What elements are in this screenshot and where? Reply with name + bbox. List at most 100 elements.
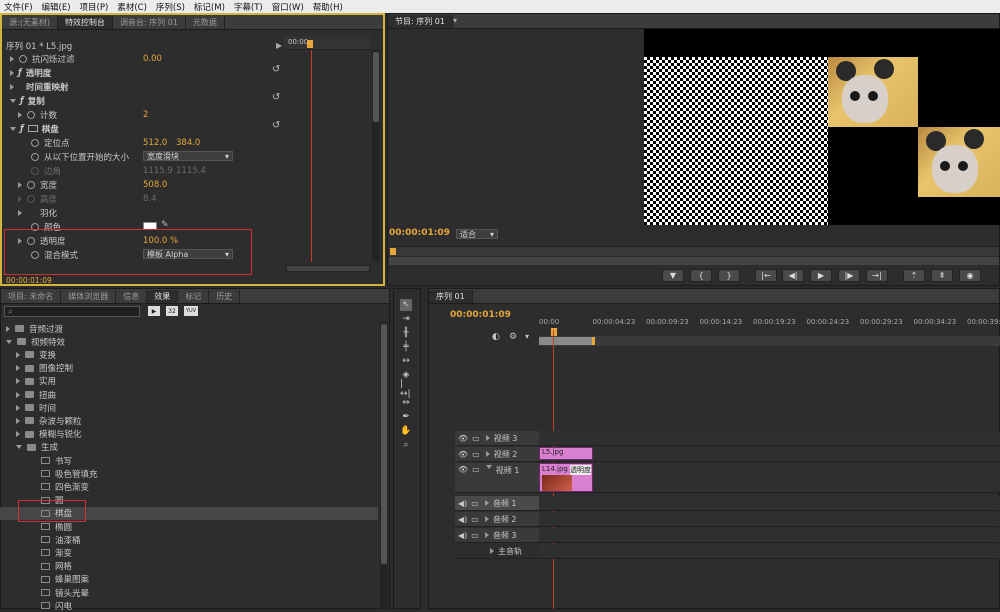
effects-tree-item[interactable]: 视频特效	[0, 335, 378, 348]
track-header-audio[interactable]: ◀) ▭ 音频 3	[455, 528, 539, 543]
tab-markers[interactable]: 标记	[178, 290, 210, 303]
expand-icon[interactable]	[16, 365, 20, 372]
eye-icon[interactable]: 👁	[458, 450, 468, 459]
menu-help[interactable]: 帮助(H)	[313, 1, 343, 13]
track-header-video[interactable]: 👁 ▭ 视频 3	[455, 431, 539, 446]
track-lane[interactable]	[539, 544, 1000, 559]
program-video-frame[interactable]	[644, 29, 1000, 225]
go-to-out-button[interactable]: →|	[866, 269, 888, 282]
width-value[interactable]: 508.0	[143, 178, 167, 191]
stopwatch-icon[interactable]	[31, 138, 39, 147]
stopwatch-icon[interactable]	[27, 110, 35, 119]
menu-file[interactable]: 文件(F)	[4, 1, 33, 13]
tab-effects[interactable]: 效果	[147, 290, 179, 303]
effects-tree-item[interactable]: 书写	[0, 454, 378, 467]
selection-tool-icon[interactable]: ↖	[400, 299, 412, 311]
chevron-down-icon[interactable]: ▾	[453, 16, 457, 25]
ec-scrollbar-thumb[interactable]	[373, 52, 379, 122]
ripple-edit-tool-icon[interactable]: ╫	[400, 327, 412, 339]
eye-icon[interactable]: 👁	[458, 465, 468, 474]
expand-icon[interactable]	[16, 378, 20, 385]
lift-button[interactable]: ⇡	[903, 269, 925, 282]
expand-icon[interactable]	[485, 465, 492, 469]
effects-tree-item[interactable]: 油漆桶	[0, 533, 378, 546]
expand-icon[interactable]	[10, 83, 14, 90]
expand-icon[interactable]	[16, 391, 20, 398]
track-header-audio[interactable]: ◀) ▭ 音频 1	[455, 496, 539, 511]
expand-icon[interactable]	[6, 339, 12, 344]
section-checkerboard[interactable]: ƒ 棋盘	[10, 122, 59, 135]
track-header-video[interactable]: 👁 ▭ 视频 2	[455, 447, 539, 462]
ec-playhead-marker[interactable]	[307, 40, 313, 48]
effects-tree-item[interactable]: 蜂巢图案	[0, 573, 378, 586]
hand-tool-icon[interactable]: ✋	[400, 425, 412, 437]
export-frame-camera-icon[interactable]: ◉	[959, 269, 981, 282]
section-opacity[interactable]: ƒ 透明度	[10, 66, 51, 79]
work-area-region[interactable]	[539, 337, 595, 345]
effects-tree-item[interactable]: 生成	[0, 441, 378, 454]
rate-stretch-tool-icon[interactable]: ↔	[400, 355, 412, 367]
expand-icon[interactable]	[10, 69, 14, 76]
mark-out-button[interactable]: }	[718, 269, 740, 282]
stopwatch-icon[interactable]	[19, 54, 27, 63]
mark-in-button[interactable]: {	[690, 269, 712, 282]
stopwatch-icon[interactable]	[31, 152, 39, 161]
size-from-dropdown[interactable]: 宽度滑块 ▾	[143, 151, 233, 161]
menu-marker[interactable]: 标记(M)	[194, 1, 225, 13]
tab-audio-mixer[interactable]: 调音台: 序列 01	[113, 16, 186, 29]
section-replicate[interactable]: ƒ 复制	[10, 94, 45, 107]
effects-tree-item[interactable]: 扭曲	[0, 388, 378, 401]
track-lane[interactable]	[539, 512, 1000, 527]
collapse-icon[interactable]	[10, 126, 16, 131]
effects-tree-item[interactable]: 音频过渡	[0, 322, 378, 335]
work-area-bar[interactable]	[539, 336, 1000, 346]
tab-info[interactable]: 信息	[116, 290, 148, 303]
slide-tool-icon[interactable]: ⇔	[400, 397, 412, 409]
effects-tree-item[interactable]: 变换	[0, 348, 378, 361]
expand-icon[interactable]	[18, 209, 22, 216]
ec-current-timecode[interactable]: 00:00:01:09	[6, 276, 52, 285]
step-back-button[interactable]: ◀|	[782, 269, 804, 282]
expand-icon[interactable]	[6, 325, 10, 332]
tab-program[interactable]: 节目: 序列 01	[388, 15, 453, 28]
reset-icon[interactable]: ↺	[272, 120, 280, 131]
track-header-master[interactable]: 主音轨	[455, 544, 539, 559]
ec-mini-ruler[interactable]: 00:00	[284, 36, 370, 50]
section-time-remap[interactable]: 时间重映射	[10, 80, 69, 93]
lock-icon[interactable]: ▭	[472, 465, 480, 474]
effects-tree-item[interactable]: 四色渐变	[0, 480, 378, 493]
tab-source[interactable]: 源:(无素材)	[2, 16, 58, 29]
timeline-ruler[interactable]: 00:00 00:00:04:23 00:00:09:23 00:00:14:23 00…	[539, 318, 1000, 330]
extract-button[interactable]: ⇞	[931, 269, 953, 282]
expand-icon[interactable]	[490, 548, 494, 554]
effects-tree-item[interactable]: 镜头光晕	[0, 586, 378, 599]
expand-icon[interactable]	[484, 500, 489, 506]
collapse-icon[interactable]	[10, 98, 16, 103]
effects-tree-item[interactable]: 时间	[0, 401, 378, 414]
expand-icon[interactable]	[484, 516, 489, 522]
speaker-icon[interactable]: ◀)	[458, 515, 467, 524]
effects-tree-item[interactable]: 吸色管填充	[0, 467, 378, 480]
expand-icon[interactable]	[16, 445, 22, 450]
snap-icon[interactable]: ◐	[492, 332, 500, 342]
lock-icon[interactable]: ▭	[471, 515, 479, 524]
timeline-playhead-handle[interactable]	[551, 328, 557, 336]
expand-icon[interactable]	[16, 417, 20, 424]
clip-l14[interactable]: L14.jpg 透明度	[539, 463, 593, 492]
track-header-audio[interactable]: ◀) ▭ 音频 2	[455, 512, 539, 527]
clip-fx-label[interactable]: 透明度	[570, 465, 591, 475]
speaker-icon[interactable]: ◀)	[458, 531, 467, 540]
32bit-effects-icon[interactable]: 32	[166, 306, 178, 316]
effects-tree-item[interactable]: 闪电	[0, 599, 378, 612]
track-lane[interactable]	[539, 431, 1000, 446]
speaker-icon[interactable]: ◀)	[458, 499, 467, 508]
yuv-effects-icon[interactable]: YUV	[184, 306, 198, 316]
lock-icon[interactable]: ▭	[472, 450, 480, 459]
track-lane[interactable]	[539, 496, 1000, 511]
effects-search-input[interactable]	[15, 307, 139, 316]
effects-tree-item[interactable]: 图像控制	[0, 362, 378, 375]
tab-media-browser[interactable]: 媒体浏览器	[61, 290, 117, 303]
reset-icon[interactable]: ↺	[272, 92, 280, 103]
fit-dropdown[interactable]: 适合 ▾	[456, 229, 498, 239]
ec-zoom-slider[interactable]	[286, 265, 370, 272]
